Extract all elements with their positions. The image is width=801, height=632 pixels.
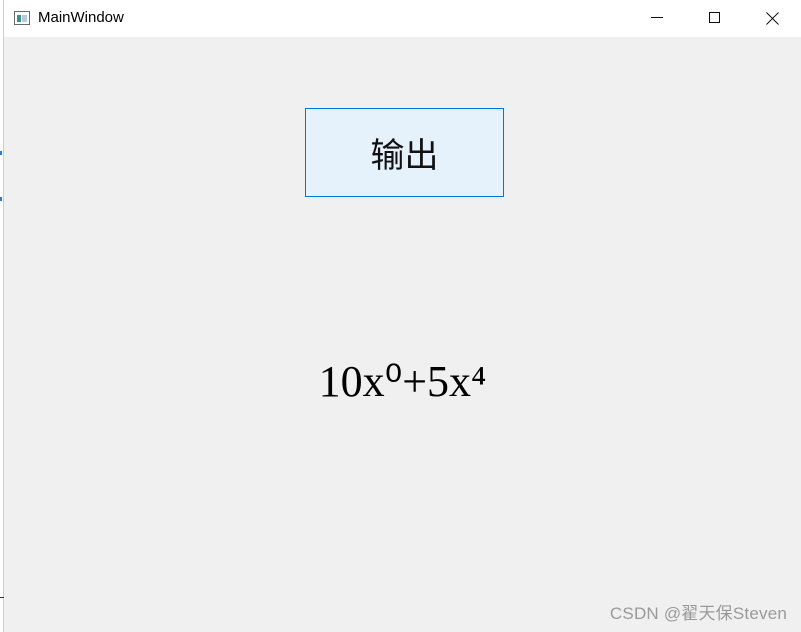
client-area: 输出 10x⁰+5x⁴ CSDN @翟天保Steven [4, 37, 801, 632]
main-window: MainWindow 输出 10x⁰+5x⁴ CSDN @翟天保Steven [4, 0, 801, 632]
edge-marker [0, 197, 2, 201]
output-button[interactable]: 输出 [305, 108, 504, 197]
app-window-icon[interactable] [14, 11, 30, 25]
close-icon [766, 11, 780, 25]
minimize-button[interactable] [628, 0, 686, 37]
title-bar[interactable]: MainWindow [4, 0, 801, 37]
minimize-icon [651, 17, 663, 18]
result-label: 10x⁰+5x⁴ [318, 357, 487, 406]
close-button[interactable] [743, 0, 801, 37]
edge-marker [0, 151, 2, 155]
maximize-button[interactable] [686, 0, 744, 37]
watermark: CSDN @翟天保Steven [609, 604, 787, 623]
window-title: MainWindow [38, 9, 124, 26]
maximize-icon [709, 12, 720, 23]
